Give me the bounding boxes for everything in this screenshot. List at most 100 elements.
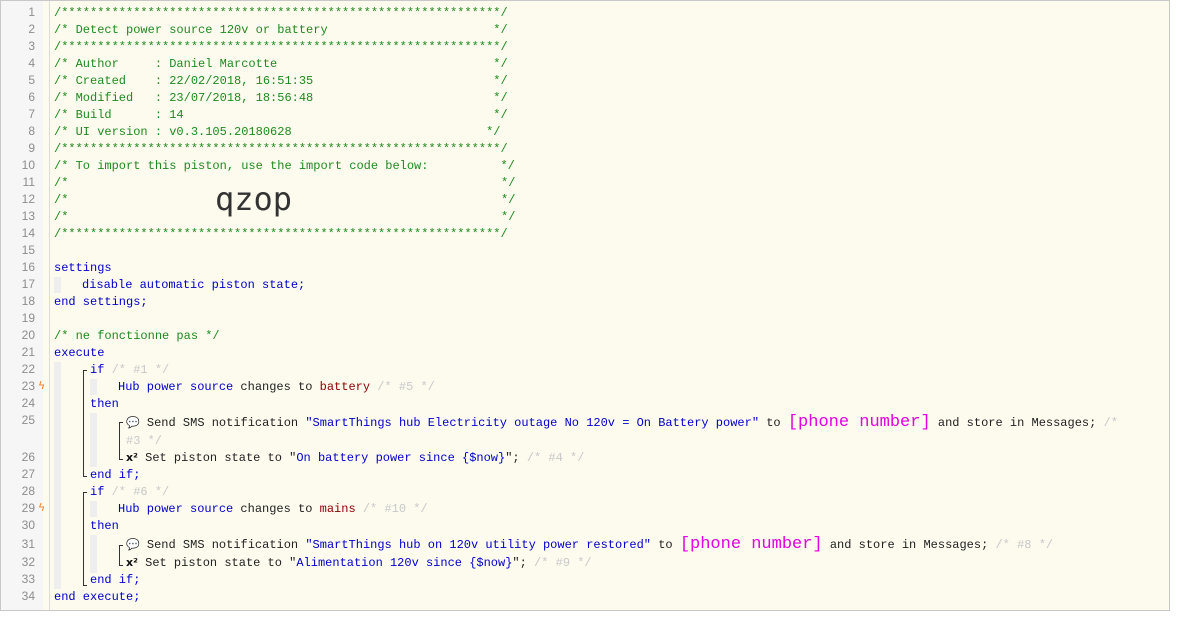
header-stars: /***************************************… xyxy=(54,6,508,20)
header-author: /* Author : Daniel Marcotte */ xyxy=(54,57,508,71)
statement-id: /* #4 */ xyxy=(526,451,585,465)
device-attribute: Hub power source xyxy=(118,380,234,394)
line-number: 2 xyxy=(28,22,35,36)
line-number: 34 xyxy=(21,589,35,603)
line-number: 16 xyxy=(21,260,35,274)
header-created: /* Created : 22/02/2018, 16:51:35 */ xyxy=(54,74,508,88)
then-keyword: then xyxy=(90,397,119,411)
bracket-tick xyxy=(83,585,87,586)
header-blank-close: */ xyxy=(501,176,516,190)
sms-message: "SmartThings hub Electricity outage No 1… xyxy=(305,416,760,430)
line-number: 5 xyxy=(28,73,35,87)
import-code: qzop xyxy=(215,180,293,218)
phone-number-redacted: [phone number] xyxy=(679,535,823,554)
line-number: 1 xyxy=(28,5,35,19)
condition[interactable]: Hub power source changes to battery /* #… xyxy=(118,379,435,395)
bracket-tick xyxy=(83,476,87,477)
header-stars: /***************************************… xyxy=(54,227,508,241)
set-state-action[interactable]: x² Set piston state to "Alimentation 120… xyxy=(126,555,592,571)
line-number: 31 xyxy=(21,537,35,551)
header-build: /* Build : 14 */ xyxy=(54,108,508,122)
line-number: 7 xyxy=(28,107,35,121)
then-keyword: then xyxy=(90,519,119,533)
settings-keyword: settings xyxy=(54,261,112,275)
line-number: 22 xyxy=(21,362,35,376)
statement-id: /* #5 */ xyxy=(377,380,435,394)
line-number: 32 xyxy=(21,555,35,569)
bracket-tick xyxy=(119,565,123,566)
if-keyword: if xyxy=(90,485,105,499)
line-number: 28 xyxy=(21,484,35,498)
line-number: 20 xyxy=(21,328,35,342)
statement-id: /* #9 */ xyxy=(534,556,592,570)
line-number: 21 xyxy=(21,345,35,359)
inline-comment: /* ne fonctionne pas */ xyxy=(54,329,220,343)
end-if-keyword: end if; xyxy=(90,468,141,482)
line-number: 30 xyxy=(21,518,35,532)
line-number: 23 xyxy=(21,379,35,393)
state-text: On battery power since {$now} xyxy=(296,451,506,465)
statement-id: /* xyxy=(1103,416,1118,430)
store-option: and store in Messages; xyxy=(937,416,1097,430)
line-number: 11 xyxy=(22,175,35,189)
line-number: 27 xyxy=(21,467,35,481)
line-number: 25 xyxy=(21,413,35,427)
bracket-tick xyxy=(119,422,123,423)
settings-statement[interactable]: disable automatic piston state; xyxy=(82,277,305,293)
line-number: 14 xyxy=(21,226,35,240)
indent-guide xyxy=(90,535,97,573)
statement-id: /* #1 */ xyxy=(111,363,170,377)
header-stars: /***************************************… xyxy=(54,142,508,156)
store-option: and store in Messages; xyxy=(829,538,989,552)
quote: "; xyxy=(505,451,520,465)
sms-action[interactable]: 💬 Send SMS notification "SmartThings hub… xyxy=(126,535,1053,555)
indent-guide xyxy=(90,413,97,467)
sms-message: "SmartThings hub on 120v utility power r… xyxy=(305,538,651,552)
code-editor: 1 2 3 4 5 6 7 8 9 10 11 12 13 14 15 16 1… xyxy=(0,0,1170,611)
line-number: 26 xyxy=(21,450,35,464)
line-number: 33 xyxy=(21,572,35,586)
line-number: 12 xyxy=(21,192,35,206)
end-settings-keyword: end settings; xyxy=(54,295,148,309)
speech-bubble-icon: 💬 xyxy=(126,416,140,429)
if-statement[interactable]: if /* #1 */ xyxy=(90,362,169,378)
gutter-divider xyxy=(49,1,50,610)
line-number: 10 xyxy=(21,158,35,172)
set-state-action[interactable]: x² Set piston state to "On battery power… xyxy=(126,450,584,466)
statement-id: #3 */ xyxy=(126,434,163,448)
condition[interactable]: Hub power source changes to mains /* #10… xyxy=(118,501,428,517)
header-blank-open: /* xyxy=(54,210,69,224)
header-blank-close: */ xyxy=(501,210,516,224)
line-number: 6 xyxy=(28,90,35,104)
header-blank-open: /* xyxy=(54,176,69,190)
header-modified: /* Modified : 23/07/2018, 18:56:48 */ xyxy=(54,91,508,105)
trigger-bolt-icon: ϟ xyxy=(38,501,46,514)
bracket-tick xyxy=(119,459,123,460)
if-statement[interactable]: if /* #6 */ xyxy=(90,484,169,500)
header-blank-open: /* xyxy=(54,193,69,207)
action-command: Send SMS notification xyxy=(146,416,299,430)
line-number: 18 xyxy=(21,294,35,308)
bracket-tick xyxy=(119,545,123,546)
comparison: changes to xyxy=(240,380,313,394)
indent-guide xyxy=(90,501,97,517)
indent-guide xyxy=(90,379,97,395)
state-text: Alimentation 120v since {$now} xyxy=(296,556,513,570)
line-number: 4 xyxy=(28,56,35,70)
statement-id: /* #8 */ xyxy=(995,538,1054,552)
trigger-bolt-icon: ϟ xyxy=(38,379,46,392)
quote: "; xyxy=(512,556,527,570)
statement-id: /* #10 */ xyxy=(362,502,428,516)
if-keyword: if xyxy=(90,363,105,377)
sms-action[interactable]: 💬 Send SMS notification "SmartThings hub… xyxy=(126,413,1118,433)
end-if-keyword: end if; xyxy=(90,573,141,587)
line-number: 29 xyxy=(21,501,35,515)
if-block-bracket xyxy=(83,492,84,585)
action-bracket xyxy=(119,545,120,565)
device-attribute: Hub power source xyxy=(118,502,234,516)
bracket-tick xyxy=(83,370,87,371)
line-number: 8 xyxy=(28,124,35,138)
header-stars: /***************************************… xyxy=(54,40,508,54)
action-bracket xyxy=(119,422,120,459)
line-number: 24 xyxy=(21,396,35,410)
